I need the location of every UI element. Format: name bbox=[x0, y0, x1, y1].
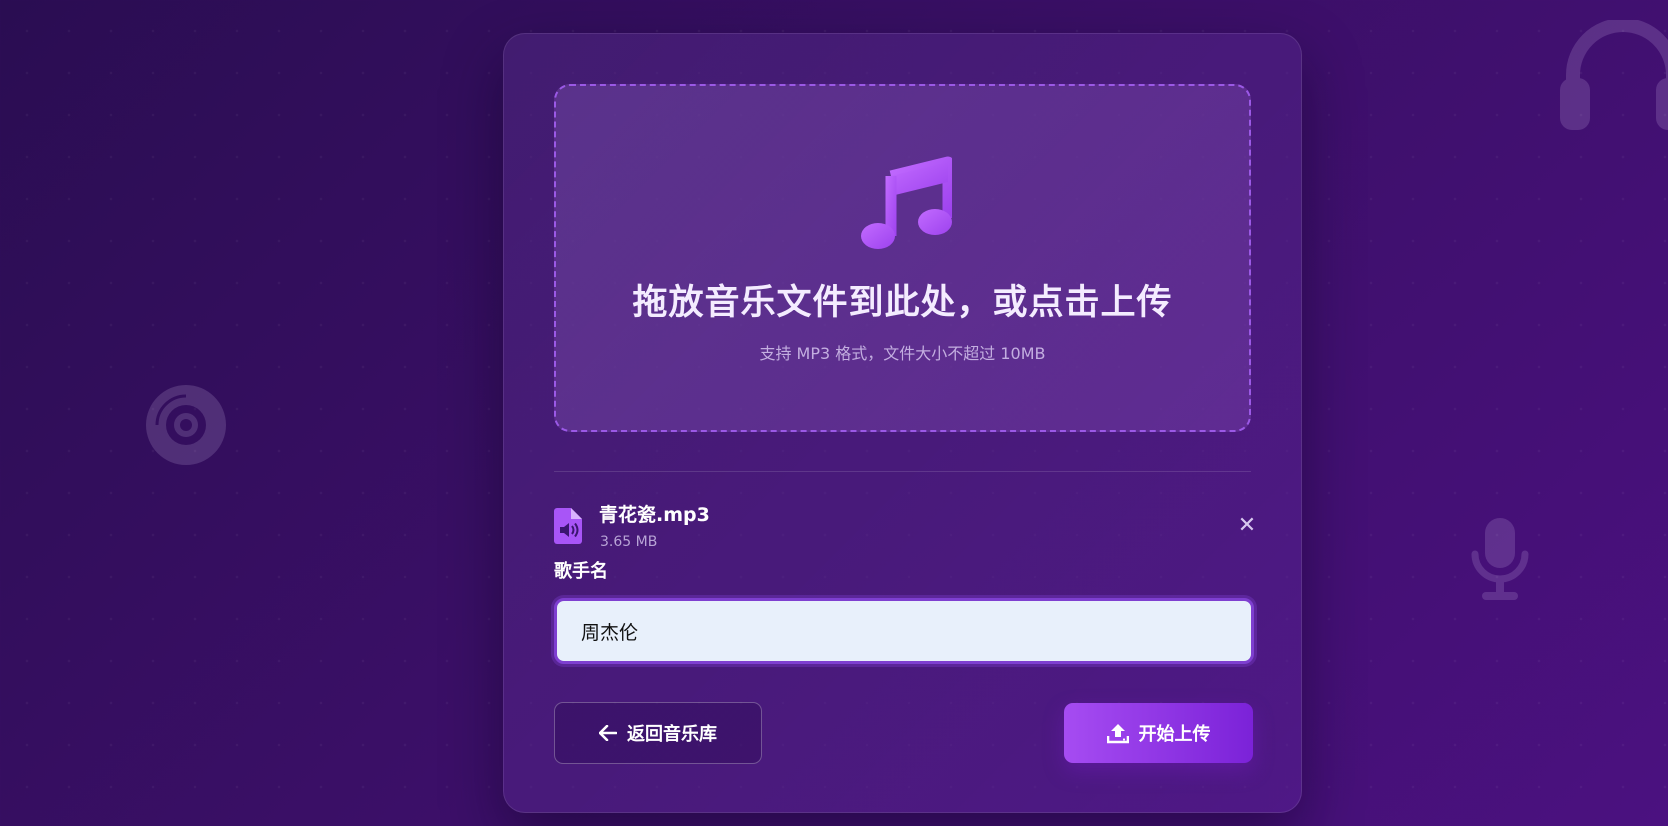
audio-file-icon bbox=[554, 508, 582, 544]
microphone-icon bbox=[1471, 518, 1529, 600]
file-name: 青花瓷.mp3 bbox=[599, 504, 710, 526]
headphones-icon bbox=[1560, 20, 1668, 130]
dropzone-hint: 支持 MP3 格式，文件大小不超过 10MB bbox=[759, 344, 1046, 363]
upload-card: 拖放音乐文件到此处，或点击上传 支持 MP3 格式，文件大小不超过 10MB 青… bbox=[503, 33, 1302, 813]
close-icon: ✕ bbox=[1237, 513, 1257, 538]
file-size: 3.65 MB bbox=[600, 534, 658, 550]
arrow-left-icon bbox=[599, 725, 617, 741]
back-button-label: 返回音乐库 bbox=[627, 724, 717, 745]
remove-file-button[interactable]: ✕ bbox=[1235, 514, 1259, 538]
disc-icon bbox=[146, 385, 226, 465]
divider bbox=[554, 471, 1251, 472]
music-note-icon bbox=[861, 156, 952, 249]
start-upload-button[interactable]: 开始上传 bbox=[1064, 703, 1253, 763]
upload-icon bbox=[1106, 724, 1129, 744]
dropzone-title: 拖放音乐文件到此处，或点击上传 bbox=[632, 283, 1173, 323]
back-to-library-button[interactable]: 返回音乐库 bbox=[554, 702, 762, 764]
upload-button-label: 开始上传 bbox=[1138, 724, 1211, 745]
singer-label: 歌手名 bbox=[554, 561, 608, 582]
singer-input[interactable] bbox=[554, 598, 1254, 664]
file-dropzone[interactable]: 拖放音乐文件到此处，或点击上传 支持 MP3 格式，文件大小不超过 10MB bbox=[554, 84, 1251, 432]
